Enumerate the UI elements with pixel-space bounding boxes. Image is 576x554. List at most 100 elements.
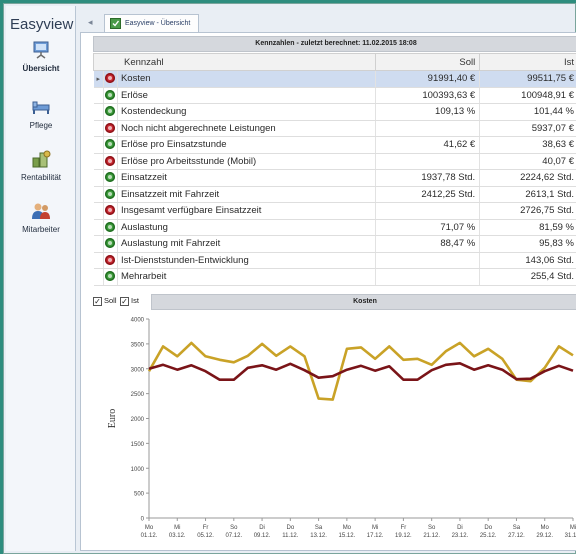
table-row[interactable]: Insgesamt verfügbare Einsatzzeit 2726,75 … bbox=[93, 202, 576, 220]
y-tick-label: 1500 bbox=[131, 442, 145, 448]
table-row[interactable]: Einsatzzeit mit Fahrzeit 2412,25 Std. 2613… bbox=[93, 186, 576, 203]
status-icon bbox=[103, 219, 118, 236]
row-soll: 100393,63 € bbox=[375, 87, 481, 104]
main-content: Kennzahlen - zuletzt berechnet: 11.02.20… bbox=[80, 32, 576, 551]
status-red-icon bbox=[105, 122, 116, 133]
status-green-icon bbox=[105, 188, 116, 199]
row-ist: 81,59 % bbox=[479, 219, 576, 236]
sidebar-item-care[interactable]: Pflege bbox=[6, 96, 76, 130]
table-row[interactable]: Mehrarbeit 255,4 Std. bbox=[93, 268, 576, 286]
x-tick-label-date: 01.12. bbox=[141, 533, 158, 539]
x-tick-label-weekday: Di bbox=[457, 525, 463, 531]
row-ist: 40,07 € bbox=[479, 153, 576, 170]
y-tick-label: 0 bbox=[141, 517, 145, 523]
cost-chart: 0 500 1000 1500 2000 2500 3000 3500 4000 Euro Mo 01… bbox=[93, 311, 576, 549]
table-row[interactable]: Kostendeckung 109,13 % 101,44 % bbox=[93, 103, 576, 121]
x-tick-label-weekday: So bbox=[230, 525, 238, 531]
x-tick-label-weekday: So bbox=[428, 525, 436, 531]
soll-checkbox-label: Soll bbox=[104, 296, 117, 305]
status-red-icon bbox=[105, 254, 116, 265]
column-header-ist[interactable]: Ist bbox=[479, 53, 576, 71]
row-ist: 99511,75 € bbox=[479, 70, 576, 88]
soll-checkbox[interactable]: ✓ Soll bbox=[93, 296, 117, 306]
column-header-name[interactable]: Kennzahl bbox=[92, 53, 377, 71]
row-indicator bbox=[93, 268, 104, 286]
app-title: Easyview bbox=[10, 16, 74, 33]
status-green-icon bbox=[105, 172, 116, 183]
row-name: Erlöse pro Arbeitsstunde (Mobil) bbox=[117, 153, 377, 170]
table-row[interactable]: Erlöse pro Arbeitsstunde (Mobil) 40,07 € bbox=[93, 153, 576, 170]
row-soll: 2412,25 Std. bbox=[375, 186, 481, 203]
row-soll: 88,47 % bbox=[375, 235, 481, 253]
status-green-icon bbox=[105, 89, 116, 100]
status-green-icon bbox=[105, 271, 116, 282]
row-soll bbox=[375, 153, 481, 170]
sidebar-item-employees[interactable]: Mitarbeiter bbox=[6, 200, 76, 234]
ist-checkbox[interactable]: ✓ Ist bbox=[120, 296, 139, 306]
tab-easyview-overview[interactable]: Easyview - Übersicht bbox=[104, 14, 199, 32]
x-tick-label-weekday: Mi bbox=[570, 525, 576, 531]
tab-label: Easyview - Übersicht bbox=[125, 20, 191, 27]
tab-icon bbox=[110, 18, 121, 29]
status-icon bbox=[103, 169, 118, 187]
status-icon bbox=[103, 235, 118, 253]
status-icon bbox=[103, 136, 118, 154]
row-name: Einsatzzeit mit Fahrzeit bbox=[117, 186, 377, 203]
status-green-icon bbox=[105, 238, 116, 249]
x-tick-label-date: 03.12. bbox=[169, 533, 186, 539]
row-soll bbox=[375, 252, 481, 269]
row-name: Auslastung mit Fahrzeit bbox=[117, 235, 377, 253]
table-row[interactable]: ▸ Kosten 91991,40 €99511,75 € bbox=[93, 70, 576, 88]
x-tick-label-date: 05.12. bbox=[197, 533, 214, 539]
status-icon bbox=[103, 268, 118, 286]
checkbox-checked-icon: ✓ bbox=[120, 297, 129, 306]
table-row[interactable]: Einsatzzeit 1937,78 Std. 2224,62 Std. bbox=[93, 169, 576, 187]
y-tick-label: 3000 bbox=[131, 367, 145, 373]
sidebar-item-overview[interactable]: Übersicht bbox=[6, 39, 76, 73]
table-row[interactable]: Auslastung mit Fahrzeit 88,47 % 95,83 % bbox=[93, 235, 576, 253]
row-ist: 2613,1 Std. bbox=[479, 186, 576, 203]
table-row[interactable]: Noch nicht abgerechnete Leistungen 5937,0… bbox=[93, 120, 576, 137]
row-ist: 2224,62 Std. bbox=[479, 169, 576, 187]
row-indicator bbox=[93, 235, 104, 253]
table-row[interactable]: Auslastung 71,07 % 81,59 % bbox=[93, 219, 576, 236]
sidebar-item-label: Übersicht bbox=[22, 64, 60, 73]
row-ist: 2726,75 Std. bbox=[479, 202, 576, 220]
x-tick-label-weekday: Di bbox=[259, 525, 265, 531]
x-tick-label-date: 11.12. bbox=[282, 533, 299, 539]
row-soll: 1937,78 Std. bbox=[375, 169, 481, 187]
row-soll: 91991,40 € bbox=[375, 70, 481, 88]
row-ist: 143,06 Std. bbox=[479, 252, 576, 269]
row-name: Noch nicht abgerechnete Leistungen bbox=[117, 120, 377, 137]
x-tick-label-date: 31.12. bbox=[565, 533, 576, 539]
table-row[interactable]: Erlöse pro Einsatzstunde 41,62 €38,63 € bbox=[93, 136, 576, 154]
status-icon bbox=[103, 252, 118, 269]
employees-icon bbox=[32, 203, 50, 219]
series-line-ist bbox=[147, 341, 574, 401]
tab-scroll-left-icon[interactable]: ◂ bbox=[88, 17, 93, 28]
x-tick-label-date: 15.12. bbox=[339, 533, 356, 539]
x-tick-label-date: 07.12. bbox=[225, 533, 242, 539]
column-header-soll[interactable]: Soll bbox=[375, 53, 481, 71]
status-icon bbox=[103, 87, 118, 104]
status-icon bbox=[103, 186, 118, 203]
sidebar-item-profitability[interactable]: Rentabilität bbox=[6, 148, 76, 182]
row-indicator bbox=[93, 87, 104, 104]
y-tick-label: 3500 bbox=[131, 342, 145, 348]
x-tick-label-weekday: Mi bbox=[372, 525, 378, 531]
status-red-icon bbox=[105, 73, 116, 84]
row-soll: 71,07 % bbox=[375, 219, 481, 236]
sidebar-item-label: Mitarbeiter bbox=[22, 225, 60, 234]
table-row[interactable]: Erlöse 100393,63 €100948,91 € bbox=[93, 87, 576, 104]
x-tick-label-weekday: Fr bbox=[401, 525, 407, 531]
sidebar: Easyview Übersicht Pflege Rentabilität M… bbox=[6, 6, 76, 551]
row-soll bbox=[375, 120, 481, 137]
table-row[interactable]: Ist-Dienststunden-Entwicklung 143,06 Std. bbox=[93, 252, 576, 269]
sidebar-item-label: Pflege bbox=[29, 121, 53, 130]
x-tick-label-date: 19.12. bbox=[395, 533, 412, 539]
row-name: Einsatzzeit bbox=[117, 169, 377, 187]
x-tick-label-weekday: Mi bbox=[174, 525, 180, 531]
status-icon bbox=[103, 70, 118, 88]
status-red-icon bbox=[105, 205, 116, 216]
checkbox-checked-icon: ✓ bbox=[93, 297, 102, 306]
